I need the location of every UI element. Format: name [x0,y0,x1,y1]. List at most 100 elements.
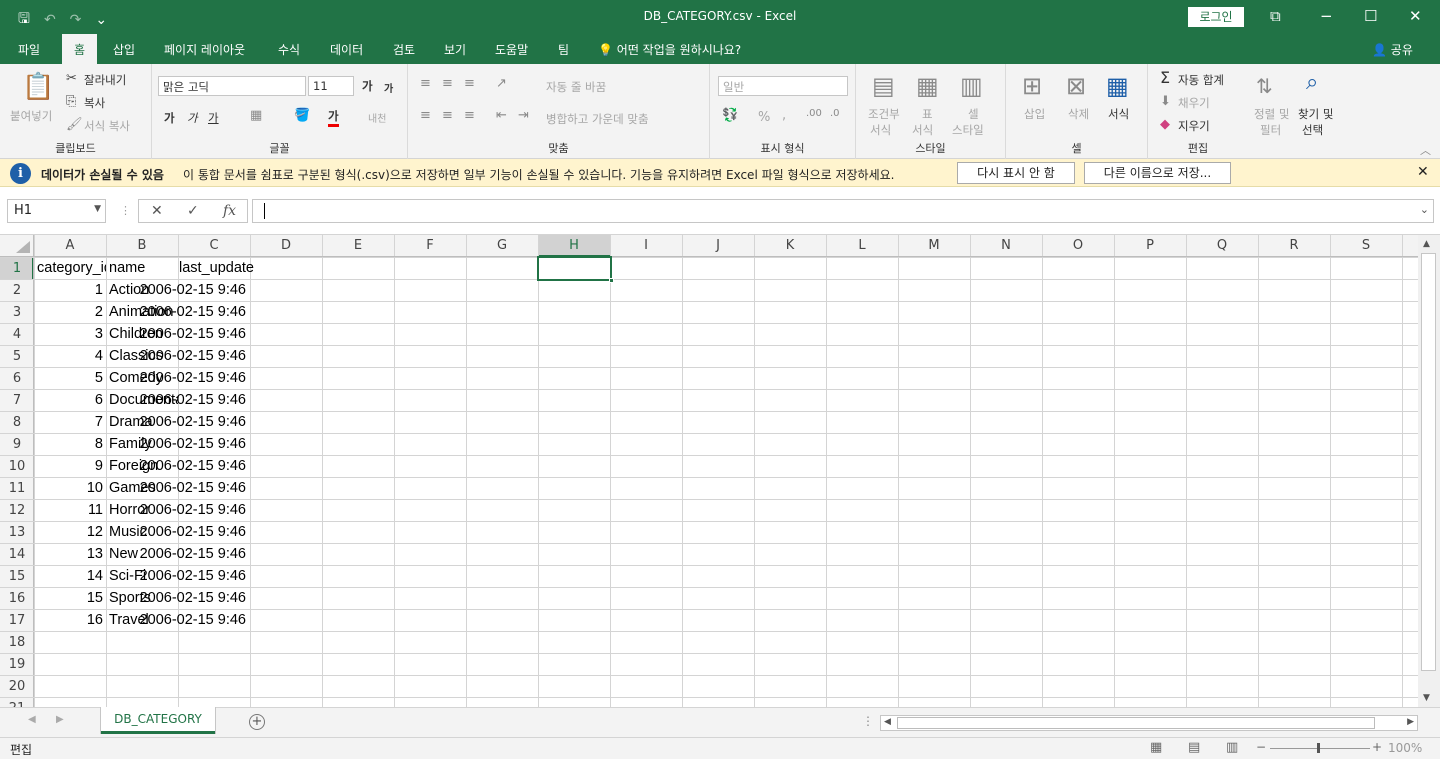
page-layout-view-icon[interactable]: ▤ [1188,740,1200,755]
restore-button[interactable]: ☐ [1364,7,1377,25]
tab-view[interactable]: 보기 [444,41,466,58]
column-header-g[interactable]: G [466,238,538,253]
close-button[interactable]: ✕ [1409,7,1422,25]
zoom-slider-thumb[interactable] [1317,743,1320,753]
data-cell[interactable]: 2006-02-15 9:46 [126,609,249,631]
tab-file[interactable]: 파일 [18,41,40,58]
horizontal-scrollbar[interactable]: ◀ ▶ [880,715,1418,731]
bold-button[interactable]: 가 [164,110,175,126]
paste-button[interactable]: 붙여넣기 [10,108,52,124]
vertical-scroll-thumb[interactable] [1421,253,1436,671]
clear-button[interactable]: 지우기 [1178,118,1210,134]
tab-split-grip-icon[interactable]: ⋮ [862,714,874,728]
data-cell[interactable]: 1 [35,279,106,301]
align-middle-icon[interactable]: ≡ [442,76,453,91]
phonetic-button[interactable]: 내천 [368,110,386,125]
data-cell[interactable]: 2006-02-15 9:46 [126,323,249,345]
data-cell[interactable]: 15 [35,587,106,609]
data-cell[interactable]: 2006-02-15 9:46 [126,521,249,543]
data-cell[interactable]: 2006-02-15 9:46 [126,301,249,323]
column-header-l[interactable]: L [826,238,898,253]
expand-formula-icon[interactable]: ⌄ [1420,203,1429,216]
data-cell[interactable]: 2006-02-15 9:46 [126,455,249,477]
cut-button[interactable]: 잘라내기 [84,72,126,88]
zoom-in-button[interactable]: + [1372,740,1382,754]
column-header-d[interactable]: D [250,238,322,253]
zoom-slider[interactable] [1270,748,1370,749]
row-header-7[interactable]: 7 [0,393,34,408]
align-bottom-icon[interactable]: ≡ [464,76,475,91]
row-header-19[interactable]: 19 [0,657,34,672]
dont-show-again-button[interactable]: 다시 표시 안 함 [957,162,1075,184]
align-center-icon[interactable]: ≡ [442,108,453,123]
formula-bar-grip-icon[interactable]: ⋮ [120,204,131,217]
prev-sheet-icon[interactable]: ◀ [28,714,36,725]
data-cell[interactable]: 9 [35,455,106,477]
sheet-tab-db-category[interactable]: DB_CATEGORY [101,707,215,734]
wrap-text-button[interactable]: 자동 줄 바꿈 [546,79,606,95]
data-cell[interactable]: 2 [35,301,106,323]
find-select-button[interactable]: 찾기 및 [1298,106,1333,122]
percent-button[interactable]: % [758,110,770,125]
save-as-button[interactable]: 다른 이름으로 저장... [1084,162,1231,184]
row-header-13[interactable]: 13 [0,525,34,540]
merge-center-button[interactable]: 병합하고 가운데 맞춤 [546,111,649,127]
vertical-scrollbar[interactable]: ▲ ▼ [1418,235,1440,707]
row-header-4[interactable]: 4 [0,327,34,342]
data-cell[interactable]: 2006-02-15 9:46 [126,565,249,587]
column-header-q[interactable]: Q [1186,238,1258,253]
data-cell[interactable]: 7 [35,411,106,433]
cell-styles-button[interactable]: 셀 [968,106,979,122]
row-header-20[interactable]: 20 [0,679,34,694]
align-top-icon[interactable]: ≡ [420,76,431,91]
decrease-indent-icon[interactable]: ⇤ [496,108,507,123]
fill-button[interactable]: 채우기 [1178,95,1210,111]
font-color-button[interactable]: 가 [328,108,339,127]
data-cell[interactable]: 6 [35,389,106,411]
align-right-icon[interactable]: ≡ [464,108,475,123]
data-cell[interactable]: 11 [35,499,106,521]
orientation-icon[interactable]: ↗ [496,76,507,91]
page-break-view-icon[interactable]: ▥ [1226,740,1238,755]
column-header-a[interactable]: A [34,238,106,253]
column-header-m[interactable]: M [898,238,970,253]
column-header-k[interactable]: K [754,238,826,253]
row-header-17[interactable]: 17 [0,613,34,628]
column-header-c[interactable]: C [178,238,250,253]
data-cell[interactable]: 14 [35,565,106,587]
number-format-select[interactable]: 일반 [718,76,848,96]
insert-function-icon[interactable]: fx [223,203,236,219]
fill-color-icon[interactable]: 🪣 [294,108,310,123]
data-cell[interactable]: 2006-02-15 9:46 [126,279,249,301]
name-box[interactable]: H1 ▼ [7,199,106,223]
row-header-15[interactable]: 15 [0,569,34,584]
normal-view-icon[interactable]: ▦ [1150,740,1162,755]
column-header-r[interactable]: R [1258,238,1330,253]
collapse-ribbon-icon[interactable]: ︿ [1420,142,1431,158]
data-cell[interactable]: 2006-02-15 9:46 [126,411,249,433]
column-header-s[interactable]: S [1330,238,1402,253]
row-header-2[interactable]: 2 [0,283,34,298]
format-painter-button[interactable]: 서식 복사 [84,118,130,134]
data-cell[interactable]: 2006-02-15 9:46 [126,389,249,411]
column-header-j[interactable]: J [682,238,754,253]
data-cell[interactable]: 8 [35,433,106,455]
column-header-i[interactable]: I [610,238,682,253]
data-cell[interactable]: 2006-02-15 9:46 [126,543,249,565]
data-cell[interactable]: 10 [35,477,106,499]
row-header-5[interactable]: 5 [0,349,34,364]
add-sheet-button[interactable]: + [249,714,265,730]
data-cell[interactable]: 12 [35,521,106,543]
row-header-16[interactable]: 16 [0,591,34,606]
font-name-select[interactable]: 맑은 고딕 [158,76,306,96]
data-cell[interactable]: 2006-02-15 9:46 [126,499,249,521]
tab-formulas[interactable]: 수식 [278,41,300,58]
accounting-icon[interactable]: 💱 [722,108,738,123]
row-header-8[interactable]: 8 [0,415,34,430]
tab-review[interactable]: 검토 [393,41,415,58]
data-cell[interactable]: 2006-02-15 9:46 [126,433,249,455]
copy-button[interactable]: 복사 [84,95,105,111]
data-cell[interactable]: 2006-02-15 9:46 [126,477,249,499]
shrink-font-button[interactable]: 가 [384,80,393,95]
column-header-b[interactable]: B [106,238,178,253]
